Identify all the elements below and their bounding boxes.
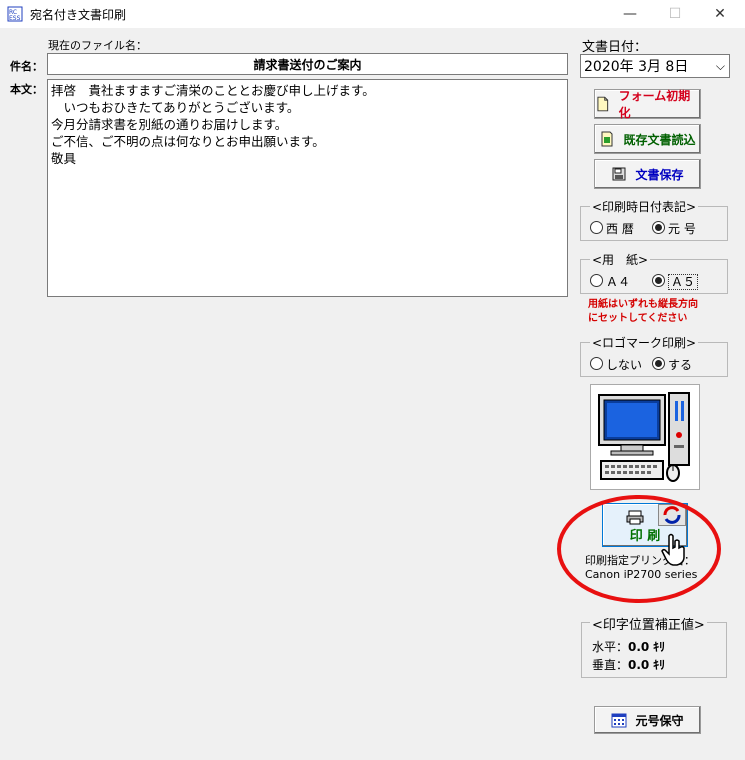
subject-label: 件名： <box>10 60 43 73</box>
title-bar: RC ESS 宛名付き文書印刷 — ☐ ✕ <box>0 0 745 28</box>
date-value: 2020年 3月 8日 <box>584 59 689 75</box>
maximize-button[interactable]: ☐ <box>652 0 698 28</box>
horizontal-offset: 水平：0.0 ｷﾘ <box>592 638 665 655</box>
era-save-label: 元号保守 <box>635 713 684 728</box>
body-line: いつもおひきたてありがとうございます。 <box>51 100 300 115</box>
radio-a5[interactable]: Ａ５ <box>652 273 699 290</box>
body-textarea[interactable]: 拝啓 貴社ますますご清栄のこととお慶び申し上げます。 いつもおひきたてありがとう… <box>47 79 568 297</box>
radio-gengo[interactable]: 元 号 <box>652 220 696 237</box>
vertical-label: 垂直： <box>592 658 629 672</box>
radio-seireki-label: 西 暦 <box>606 222 634 236</box>
radio-a4[interactable]: Ａ４ <box>590 273 630 290</box>
vertical-unit: ｷﾘ <box>653 658 666 672</box>
vertical-offset: 垂直：0.0 ｷﾘ <box>592 656 665 673</box>
radio-a5-label: Ａ５ <box>668 274 699 290</box>
red-circle-annotation <box>555 493 723 608</box>
load-doc-label: 既存文書読込 <box>623 132 696 147</box>
calendar-icon <box>611 713 627 728</box>
open-document-icon <box>601 131 613 147</box>
logo-title: <ロゴマーク印刷> <box>590 334 699 351</box>
minimize-button[interactable]: — <box>607 0 653 28</box>
radio-selected-icon <box>652 357 665 370</box>
save-document-icon <box>612 167 626 181</box>
paper-title: <用 紙> <box>590 251 651 268</box>
radio-gengo-label: 元 号 <box>668 222 696 236</box>
current-file-label: 現在のファイル名： <box>48 39 147 52</box>
radio-selected-icon <box>652 221 665 234</box>
radio-icon <box>590 274 603 287</box>
era-save-button[interactable]: 元号保守 <box>594 706 701 734</box>
radio-a4-label: Ａ４ <box>606 275 631 289</box>
computer-icon <box>598 392 690 482</box>
new-document-icon <box>597 96 609 112</box>
radio-icon <box>590 221 603 234</box>
radio-logo-on-label: する <box>668 358 693 372</box>
horizontal-value: 0.0 <box>628 640 650 654</box>
body-line: 敬具 <box>51 151 77 166</box>
body-line: 今月分請求書を別紙の通りお届けします。 <box>51 117 288 132</box>
window-title: 宛名付き文書印刷 <box>30 8 127 22</box>
horizontal-label: 水平： <box>592 640 629 654</box>
body-label: 本文： <box>10 83 43 96</box>
close-button[interactable]: ✕ <box>697 0 743 28</box>
computer-logo-image <box>590 384 700 490</box>
date-picker[interactable]: 2020年 3月 8日 ⌵ <box>580 54 730 78</box>
save-doc-label: 文書保存 <box>635 167 684 182</box>
offset-title: <印字位置補正値> <box>590 614 707 633</box>
radio-logo-on[interactable]: する <box>652 356 692 373</box>
svg-text:ESS: ESS <box>9 15 21 22</box>
radio-icon <box>590 357 603 370</box>
chevron-down-icon[interactable]: ⌵ <box>716 59 725 74</box>
horizontal-unit: ｷﾘ <box>653 640 666 654</box>
radio-logo-off[interactable]: しない <box>590 356 642 373</box>
radio-seireki[interactable]: 西 暦 <box>590 220 634 237</box>
form-init-label: フォーム初期化 <box>618 89 691 120</box>
date-label: 文書日付： <box>582 40 648 55</box>
body-line: 拝啓 貴社ますますご清栄のこととお慶び申し上げます。 <box>51 83 375 98</box>
paper-note-line: にセットしてください <box>588 313 688 324</box>
paper-note-line: 用紙はいずれも縦長方向 <box>588 299 698 310</box>
body-line: ご不信、ご不明の点は何なりとお申出願います。 <box>51 134 325 149</box>
load-doc-button[interactable]: 既存文書読込 <box>594 124 701 154</box>
vertical-value: 0.0 <box>628 658 650 672</box>
form-init-button[interactable]: フォーム初期化 <box>594 89 701 120</box>
date-format-title: <印刷時日付表記> <box>590 198 699 215</box>
radio-selected-icon <box>652 274 665 287</box>
save-doc-button[interactable]: 文書保存 <box>594 159 701 189</box>
subject-input[interactable]: 請求書送付のご案内 <box>47 53 568 75</box>
radio-logo-off-label: しない <box>606 358 643 372</box>
paper-note: 用紙はいずれも縦長方向 にセットしてください <box>588 298 698 326</box>
app-icon: RC ESS <box>7 6 23 22</box>
